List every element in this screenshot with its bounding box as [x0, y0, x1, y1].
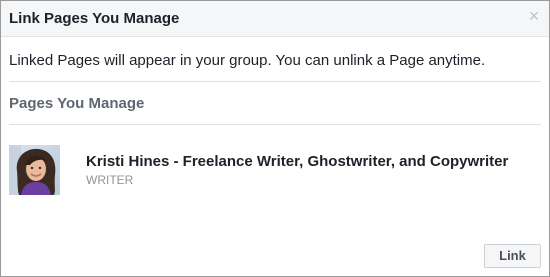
- dialog-header: Link Pages You Manage ×: [1, 1, 549, 37]
- page-list-item[interactable]: Kristi Hines - Freelance Writer, Ghostwr…: [9, 145, 539, 197]
- close-icon[interactable]: ×: [527, 7, 541, 25]
- page-name: Kristi Hines - Freelance Writer, Ghostwr…: [86, 153, 509, 170]
- dialog-title: Link Pages You Manage: [9, 10, 180, 27]
- link-button[interactable]: Link: [484, 244, 541, 268]
- divider: [9, 81, 541, 82]
- divider: [9, 124, 541, 125]
- link-pages-dialog: Link Pages You Manage × Linked Pages wil…: [0, 0, 550, 277]
- avatar: [9, 145, 60, 195]
- profile-photo-icon: [9, 145, 60, 195]
- intro-text: Linked Pages will appear in your group. …: [9, 52, 486, 69]
- section-title: Pages You Manage: [9, 95, 145, 112]
- page-role: WRITER: [86, 173, 134, 187]
